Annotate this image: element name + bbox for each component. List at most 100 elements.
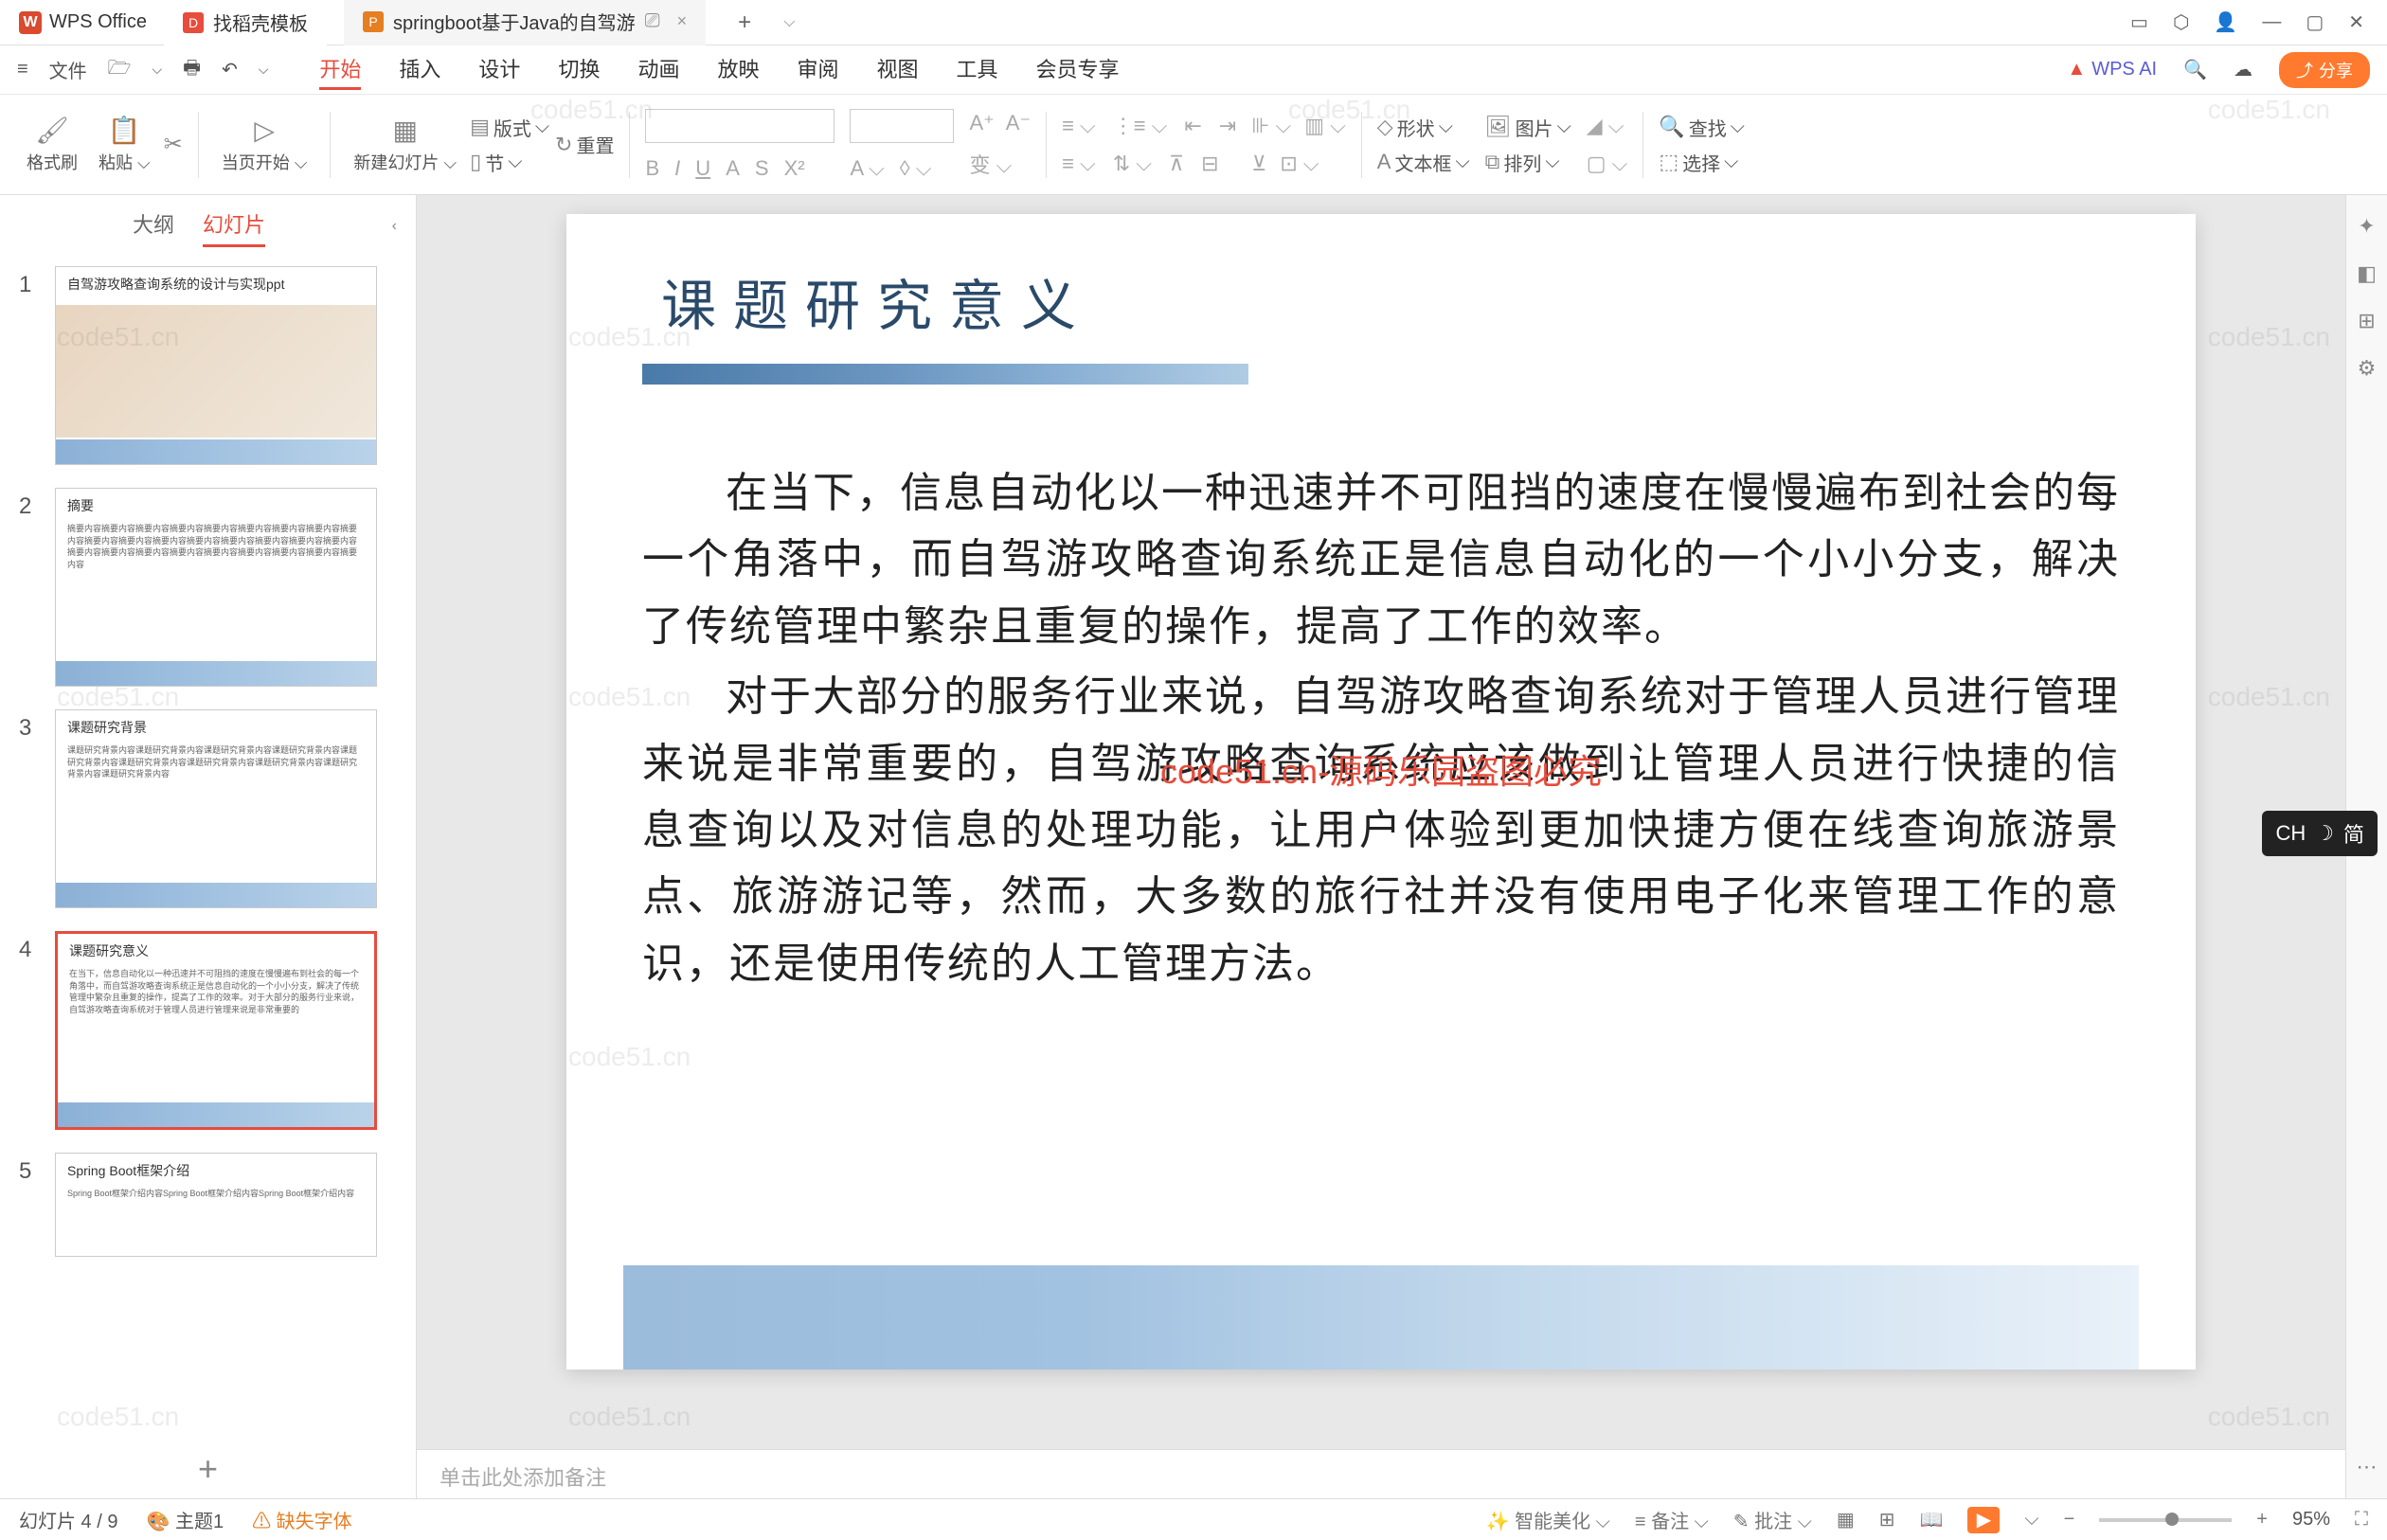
add-slide-button[interactable]: +	[0, 1440, 416, 1498]
avatar-icon[interactable]: 👤	[2214, 10, 2237, 34]
review-toggle[interactable]: ✎ 批注 ⌵	[1733, 1506, 1812, 1533]
menu-icon[interactable]: ≡	[17, 59, 28, 81]
from-current-button[interactable]: ▷当页开始 ⌵	[214, 115, 315, 174]
minimize-button[interactable]: —	[2262, 11, 2281, 33]
layout-button[interactable]: ▤版式 ⌵	[470, 114, 549, 141]
slide-canvas[interactable]: 课题研究意义 在当下，信息自动化以一种迅速并不可阻挡的速度在慢慢遍布到社会的每一…	[566, 214, 2196, 1370]
distribute-button[interactable]: ⊡ ⌵	[1280, 152, 1319, 176]
align-bottom-button[interactable]: ⊻	[1251, 152, 1266, 176]
bold-button[interactable]: B	[645, 156, 659, 181]
close-icon[interactable]: ×	[677, 11, 688, 31]
share-button[interactable]: ⤴ 分享	[2279, 52, 2370, 88]
zoom-out-button[interactable]: −	[2064, 1509, 2075, 1531]
indent-left-button[interactable]: ⇤	[1184, 114, 1201, 138]
tab-design[interactable]: 设计	[478, 49, 520, 90]
new-slide-button[interactable]: ▦新建幻灯片 ⌵	[346, 115, 464, 174]
slide-counter[interactable]: 幻灯片 4 / 9	[19, 1506, 117, 1533]
tab-menu-dropdown[interactable]: ⌵	[783, 14, 795, 31]
missing-font-warning[interactable]: ⚠ 缺失字体	[252, 1506, 352, 1533]
view-sorter-icon[interactable]: ⊞	[1879, 1508, 1895, 1531]
shape-button[interactable]: ◇形状 ⌵	[1377, 114, 1470, 141]
tab-animation[interactable]: 动画	[637, 49, 679, 90]
zoom-slider[interactable]	[2099, 1518, 2232, 1522]
underline-button[interactable]: U	[695, 156, 710, 181]
slide-title[interactable]: 课题研究意义	[661, 261, 2120, 341]
fit-window-button[interactable]: ⛶	[2355, 1509, 2368, 1531]
close-window-button[interactable]: ✕	[2348, 10, 2364, 34]
ime-indicator[interactable]: CH ☽ 简	[2262, 811, 2378, 856]
arrange-button[interactable]: ⧉排列 ⌵	[1485, 149, 1571, 176]
tool-more-icon[interactable]: ⋯	[2357, 1455, 2378, 1479]
slideshow-dropdown[interactable]: ⌵	[2024, 1509, 2038, 1531]
thumbnail-item[interactable]: 2 摘要 摘要内容摘要内容摘要内容摘要内容摘要内容摘要内容摘要内容摘要内容摘要内…	[19, 488, 397, 687]
tab-tools[interactable]: 工具	[957, 49, 998, 90]
open-icon[interactable]: 🗁	[108, 54, 132, 86]
font-color-button[interactable]: A ⌵	[850, 156, 884, 181]
thumbnail-item[interactable]: 1 自驾游攻略查询系统的设计与实现ppt	[19, 266, 397, 465]
maximize-button[interactable]: ▢	[2306, 10, 2324, 34]
tab-view[interactable]: 视图	[877, 49, 919, 90]
app-logo[interactable]: W WPS Office	[19, 11, 147, 34]
slide-body[interactable]: 在当下，信息自动化以一种迅速并不可阻挡的速度在慢慢遍布到社会的每一个角落中，而自…	[642, 460, 2120, 997]
columns-button[interactable]: ▥ ⌵	[1304, 114, 1346, 138]
search-icon[interactable]: 🔍	[2183, 58, 2207, 81]
tab-member[interactable]: 会员专享	[1036, 49, 1120, 90]
tab-template[interactable]: D 找稻壳模板	[164, 0, 327, 45]
tab-home[interactable]: 开始	[319, 49, 361, 90]
decrease-font-button[interactable]: A⁻	[1006, 111, 1031, 135]
cloud-icon[interactable]: ☁	[2234, 58, 2252, 81]
italic-button[interactable]: I	[674, 156, 680, 181]
paste-button[interactable]: 📋粘贴 ⌵	[91, 115, 158, 174]
align-middle-button[interactable]: ⊟	[1201, 152, 1218, 176]
fill-button[interactable]: ◢ ⌵	[1587, 114, 1628, 138]
picture-button[interactable]: 🖼图片 ⌵	[1485, 114, 1571, 141]
reset-button[interactable]: ↻重置	[555, 131, 614, 158]
file-menu[interactable]: 文件	[49, 56, 87, 83]
tab-review[interactable]: 审阅	[797, 49, 838, 90]
slides-tab[interactable]: 幻灯片	[203, 208, 265, 247]
align-top-button[interactable]: ⊼	[1169, 152, 1184, 176]
thumbnail-item[interactable]: 3 课题研究背景 课题研究背景内容课题研究背景内容课题研究背景内容课题研究背景内…	[19, 709, 397, 908]
outline-tab[interactable]: 大纲	[133, 208, 174, 247]
collapse-panel-icon[interactable]: ‹	[373, 205, 416, 248]
zoom-level[interactable]: 95%	[2292, 1509, 2330, 1531]
tab-current-document[interactable]: P springboot基于Java的自驾游 ⎚ ×	[344, 0, 706, 45]
line-spacing-button[interactable]: ⇅ ⌵	[1113, 152, 1152, 176]
font-size-select[interactable]	[850, 109, 954, 143]
format-painter-button[interactable]: 🖌格式刷	[19, 115, 85, 174]
text-effects-button[interactable]: 变 ⌵	[969, 149, 1012, 179]
align-button[interactable]: ≡ ⌵	[1062, 152, 1096, 176]
highlight-button[interactable]: A	[726, 156, 740, 181]
find-button[interactable]: 🔍查找 ⌵	[1659, 114, 1745, 141]
tool-anim-icon[interactable]: ⊞	[2358, 309, 2375, 333]
redo-icon[interactable]: ⌵	[259, 62, 269, 78]
open-dropdown[interactable]: ⌵	[152, 62, 162, 78]
numbering-button[interactable]: ⋮≡ ⌵	[1113, 114, 1168, 138]
slide-thumbnail-3[interactable]: 课题研究背景 课题研究背景内容课题研究背景内容课题研究背景内容课题研究背景内容课…	[55, 709, 377, 908]
slideshow-button[interactable]: ▶	[1967, 1507, 2000, 1533]
slide-thumbnail-4[interactable]: 课题研究意义 在当下，信息自动化以一种迅速并不可阻挡的速度在慢慢遍布到社会的每一…	[55, 931, 377, 1130]
textbox-button[interactable]: A文本框 ⌵	[1377, 149, 1470, 176]
outline-button[interactable]: ▢ ⌵	[1587, 152, 1628, 176]
cut-icon[interactable]: ✂	[164, 131, 183, 158]
font-family-select[interactable]	[645, 109, 835, 143]
print-icon[interactable]: 🖶	[183, 54, 201, 86]
increase-font-button[interactable]: A⁺	[969, 111, 994, 135]
select-button[interactable]: ⬚选择 ⌵	[1659, 149, 1745, 176]
text-dir-button[interactable]: ⊪ ⌵	[1251, 114, 1291, 138]
zoom-in-button[interactable]: +	[2256, 1509, 2268, 1531]
wps-ai-button[interactable]: ▲WPS AI	[2067, 59, 2157, 81]
thumbnail-item[interactable]: 4 课题研究意义 在当下，信息自动化以一种迅速并不可阻挡的速度在慢慢遍布到社会的…	[19, 931, 397, 1130]
tool-settings-icon[interactable]: ⚙	[2358, 356, 2377, 381]
theme-indicator[interactable]: 🎨 主题1	[146, 1506, 224, 1533]
grid-icon[interactable]: ▭	[2130, 10, 2148, 34]
undo-icon[interactable]: ↶	[222, 58, 238, 81]
smart-beautify-button[interactable]: ✨ 智能美化 ⌵	[1486, 1506, 1610, 1533]
tab-slideshow[interactable]: 放映	[717, 49, 759, 90]
thumbnail-item[interactable]: 5 Spring Boot框架介绍 Spring Boot框架介绍内容Sprin…	[19, 1153, 397, 1257]
tab-insert[interactable]: 插入	[399, 49, 440, 90]
slide-thumbnail-2[interactable]: 摘要 摘要内容摘要内容摘要内容摘要内容摘要内容摘要内容摘要内容摘要内容摘要内容摘…	[55, 488, 377, 687]
cube-icon[interactable]: ⬡	[2173, 10, 2189, 34]
notes-input[interactable]: 单击此处添加备注	[417, 1449, 2345, 1498]
thumbnails-list[interactable]: 1 自驾游攻略查询系统的设计与实现ppt 2 摘要 摘要内容摘要内容摘要内容摘要…	[0, 257, 416, 1440]
